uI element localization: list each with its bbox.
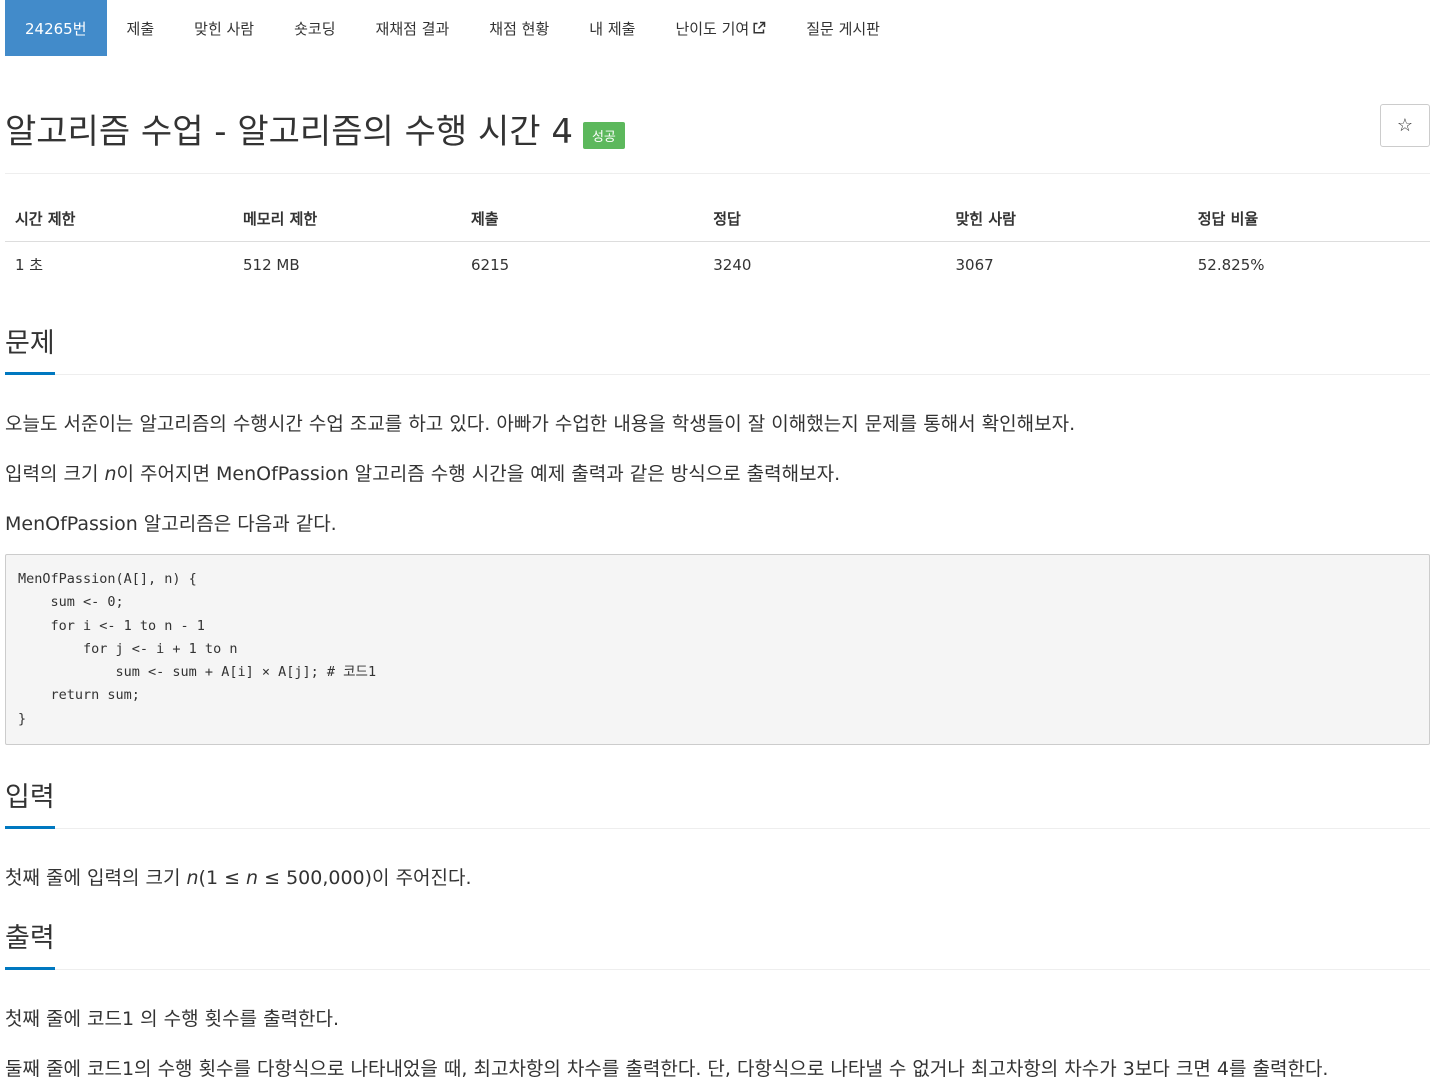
accepted-ratio-value: 52.825% xyxy=(1197,255,1265,274)
description-paragraph: 오늘도 서준이는 알고리즘의 수행시간 수업 조교를 하고 있다. 아빠가 수업… xyxy=(5,413,1076,435)
section-description: 문제 오늘도 서준이는 알고리즘의 수행시간 수업 조교를 하고 있다. 아빠가… xyxy=(5,321,1430,746)
tab-short-coding[interactable]: 숏코딩 xyxy=(274,0,355,56)
header-submissions: 제출 xyxy=(461,198,704,242)
problem-nav: 24265번 제출 맞힌 사람 숏코딩 재채점 결과 채점 현황 내 제출 난이… xyxy=(5,0,1430,56)
header-time-limit: 시간 제한 xyxy=(5,198,233,242)
tab-difficulty-label: 난이도 기여 xyxy=(675,19,750,38)
status-badge: 성공 xyxy=(582,122,625,149)
section-output: 출력 첫째 줄에 코드1 의 수행 횟수를 출력한다. 둘째 줄에 코드1의 수… xyxy=(5,916,1430,1080)
tab-solved-users[interactable]: 맞힌 사람 xyxy=(174,0,274,56)
tab-question-board[interactable]: 질문 게시판 xyxy=(786,0,900,56)
memory-limit-value: 512 MB xyxy=(243,255,300,274)
math-variable: n xyxy=(186,867,199,890)
time-limit-value: 1 초 xyxy=(15,256,44,274)
tab-difficulty-contribution[interactable]: 난이도 기여 xyxy=(655,0,786,56)
section-input: 입력 첫째 줄에 입력의 크기 n(1 ≤ n ≤ 500,000)이 주어진다… xyxy=(5,775,1430,890)
output-paragraph: 둘째 줄에 코드1의 수행 횟수를 다항식으로 나타내었을 때, 최고차항의 차… xyxy=(5,1058,1329,1080)
solved-users-value: 3067 xyxy=(955,255,994,274)
section-heading: 입력 xyxy=(5,775,55,830)
tab-rejudge-results[interactable]: 재채점 결과 xyxy=(356,0,470,56)
section-heading: 문제 xyxy=(5,321,55,375)
problem-title: 알고리즘 수업 - 알고리즘의 수행 시간 4 xyxy=(5,112,573,152)
header-solved-users: 맞힌 사람 xyxy=(945,198,1188,242)
tab-problem[interactable]: 24265번 xyxy=(5,0,107,56)
text-fragment: (1 ≤ xyxy=(198,867,247,890)
star-icon: ☆ xyxy=(1396,115,1414,135)
table-row: 1 초 512 MB 6215 3240 3067 52.825% xyxy=(5,242,1430,288)
text-fragment: 첫째 줄에 입력의 크기 xyxy=(5,867,187,890)
math-variable: n xyxy=(246,867,259,890)
header-memory-limit: 메모리 제한 xyxy=(233,198,461,242)
header-accepted: 정답 xyxy=(703,198,946,242)
section-input-head: 입력 xyxy=(5,775,1430,830)
problem-page: 24265번 제출 맞힌 사람 숏코딩 재채점 결과 채점 현황 내 제출 난이… xyxy=(0,0,1436,1080)
external-link-icon xyxy=(753,21,766,34)
section-heading: 출력 xyxy=(5,916,55,971)
section-output-head: 출력 xyxy=(5,916,1430,971)
header-accepted-ratio: 정답 비율 xyxy=(1187,198,1430,242)
description-paragraph: 입력의 크기 n이 주어지면 MenOfPassion 알고리즘 수행 시간을 … xyxy=(5,462,1430,486)
input-paragraph: 첫째 줄에 입력의 크기 n(1 ≤ n ≤ 500,000)이 주어진다. xyxy=(5,866,1430,890)
accepted-value: 3240 xyxy=(713,255,752,274)
tab-my-submissions[interactable]: 내 제출 xyxy=(569,0,655,56)
text-fragment: ≤ 500,000)이 주어진다. xyxy=(258,867,472,890)
output-paragraph: 첫째 줄에 코드1 의 수행 횟수를 출력한다. xyxy=(5,1008,340,1031)
tab-judge-status[interactable]: 채점 현황 xyxy=(469,0,569,56)
submissions-value: 6215 xyxy=(471,255,510,274)
math-variable: n xyxy=(104,463,117,485)
tab-submit[interactable]: 제출 xyxy=(107,0,175,56)
code-block: MenOfPassion(A[], n) { sum <- 0; for i <… xyxy=(5,554,1430,746)
text-fragment: 이 주어지면 MenOfPassion 알고리즘 수행 시간을 예제 출력과 같… xyxy=(116,463,841,485)
table-header-row: 시간 제한 메모리 제한 제출 정답 맞힌 사람 정답 비율 xyxy=(5,198,1430,242)
text-fragment: 입력의 크기 xyxy=(5,463,105,485)
section-description-head: 문제 xyxy=(5,321,1430,375)
page-title: 알고리즘 수업 - 알고리즘의 수행 시간 4 성공 xyxy=(5,104,625,153)
description-paragraph: MenOfPassion 알고리즘은 다음과 같다. xyxy=(5,513,337,535)
problem-info-table: 시간 제한 메모리 제한 제출 정답 맞힌 사람 정답 비율 1 초 512 M… xyxy=(5,198,1430,287)
problem-header: 알고리즘 수업 - 알고리즘의 수행 시간 4 성공 ☆ xyxy=(5,56,1430,174)
favorite-button[interactable]: ☆ xyxy=(1380,104,1430,147)
